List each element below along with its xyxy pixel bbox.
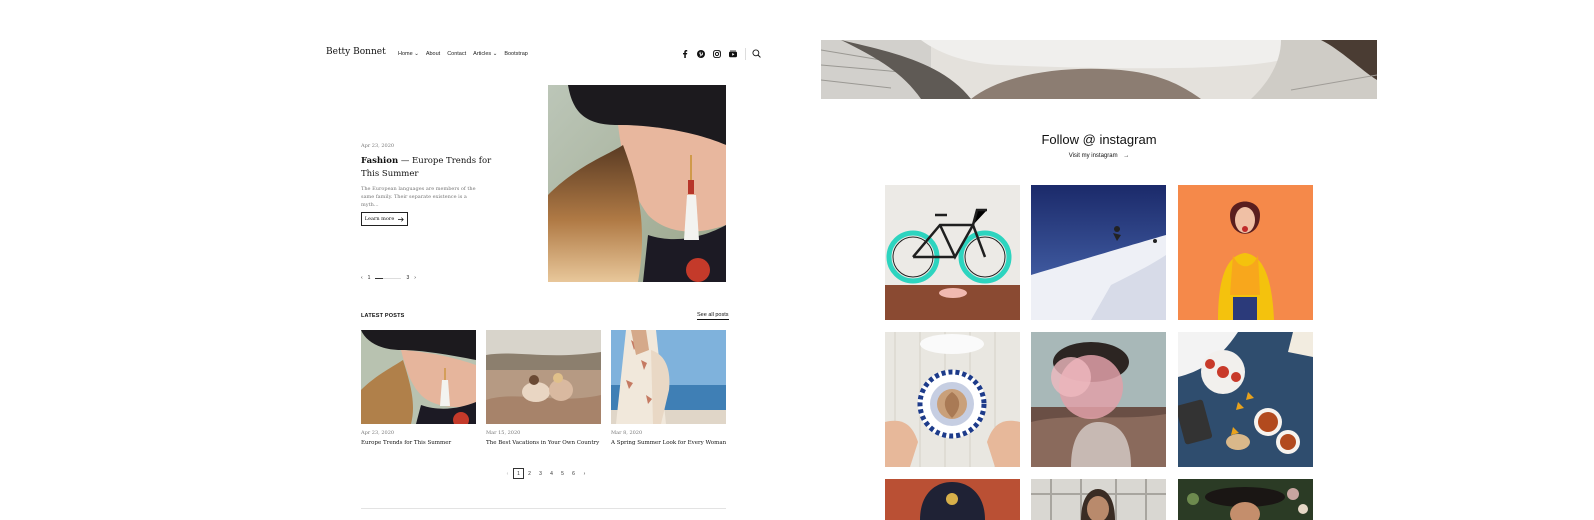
nav-home-label: Home [398,51,413,57]
visit-instagram-label: Visit my instagram [1068,153,1118,159]
see-all-posts-link[interactable]: See all posts [697,312,729,320]
learn-more-button[interactable]: Learn more [361,212,408,226]
youtube-icon[interactable] [728,49,737,58]
chevron-right-icon[interactable]: › [579,468,590,479]
chevron-right-icon[interactable]: › [414,275,416,281]
instagram-photo-hat-portrait[interactable] [1178,479,1313,520]
hero-image[interactable] [548,85,726,282]
learn-more-label: Learn more [364,216,395,222]
pinterest-icon[interactable] [696,49,705,58]
latest-posts-heading: LATEST POSTS [361,313,405,319]
post-card[interactable]: Apr 23, 2020 Europe Trends for This Summ… [361,330,476,446]
chevron-down-icon: ⌄ [414,51,419,57]
post-thumbnail[interactable] [361,330,476,424]
chevron-left-icon[interactable]: ‹ [502,468,513,479]
visit-instagram-link[interactable]: Visit my instagram → [821,153,1377,159]
instagram-photo-snowboard[interactable] [1031,185,1166,320]
social-links [680,49,737,58]
page-link[interactable]: 1 [513,468,524,479]
nav-articles-label: Articles [473,51,492,57]
footer-divider [361,508,726,509]
instagram-photo-yellow-coat[interactable] [1178,185,1313,320]
arrow-right-icon [398,216,405,222]
search-icon[interactable] [752,49,761,58]
slide-current: 1 [367,275,371,281]
main-nav: Home ⌄ About Contact Articles ⌄ Bootstra… [398,51,528,57]
chevron-left-icon[interactable]: ‹ [361,275,363,281]
banner-image [821,40,1377,99]
post-date: Mar 15, 2020 [486,430,521,436]
header-divider [745,48,746,60]
instagram-photo-cap[interactable] [885,479,1020,520]
post-card[interactable]: Mar 15, 2020 The Best Vacations in Your … [486,330,601,446]
instagram-icon[interactable] [712,49,721,58]
page-link[interactable]: 6 [568,468,579,479]
chevron-down-icon: ⌄ [492,51,498,57]
slide-progress [375,277,402,279]
post-date: Apr 23, 2020 [361,430,395,436]
post-date: Mar 8, 2020 [611,430,643,436]
post-thumbnail[interactable] [486,330,601,424]
hero-date: Apr 23, 2020 [361,143,395,149]
facebook-icon[interactable] [680,49,689,58]
hero-category: Fashion [361,156,399,166]
nav-home[interactable]: Home ⌄ [398,51,419,57]
nav-bootstrap[interactable]: Bootstrap [504,51,528,57]
instagram-photo-plate[interactable] [885,332,1020,467]
instagram-photo-tea[interactable] [1178,332,1313,467]
instagram-photo-man-window[interactable] [1031,479,1166,520]
instagram-photo-bicycle[interactable] [885,185,1020,320]
hero-title[interactable]: Fashion — Europe Trends for This Summer [361,155,511,181]
instagram-photo-smoke[interactable] [1031,332,1166,467]
hero-slider-nav: ‹ 1 3 › [361,275,416,281]
page-link[interactable]: 3 [535,468,546,479]
instagram-title: Follow @ instagram [1041,132,1157,147]
arrow-right-icon: → [1123,153,1130,159]
nav-contact[interactable]: Contact [447,51,466,57]
page-link[interactable]: 4 [546,468,557,479]
post-card[interactable]: Mar 8, 2020 A Spring Summer Look for Eve… [611,330,726,446]
nav-about[interactable]: About [426,51,440,57]
nav-articles[interactable]: Articles ⌄ [473,51,497,57]
page-link[interactable]: 5 [557,468,568,479]
page-link[interactable]: 2 [524,468,535,479]
slide-total: 3 [406,275,410,281]
hero-excerpt: The European languages are members of th… [361,186,476,208]
site-brand[interactable]: Betty Bonnet [326,47,386,57]
post-title[interactable]: A Spring Summer Look for Every Woman [611,440,726,446]
post-thumbnail[interactable] [611,330,726,424]
pagination: ‹ 1 2 3 4 5 6 › [502,468,590,479]
post-title[interactable]: Europe Trends for This Summer [361,440,476,446]
post-title[interactable]: The Best Vacations in Your Own Country [486,440,601,446]
